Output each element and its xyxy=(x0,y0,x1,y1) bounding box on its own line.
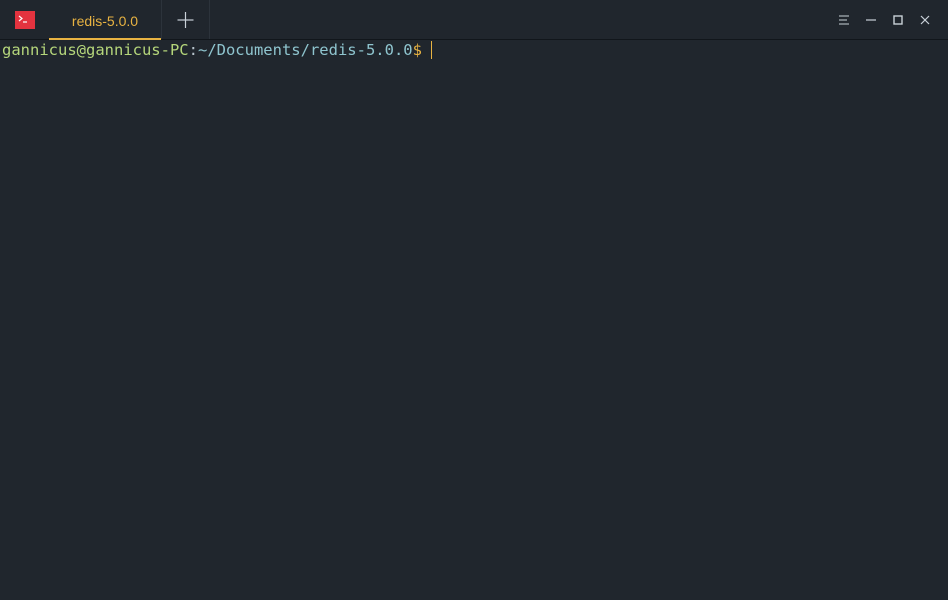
title-bar[interactable]: redis-5.0.0 xyxy=(0,0,948,40)
add-tab-button[interactable] xyxy=(162,0,209,39)
menu-icon xyxy=(839,15,849,25)
minimize-button[interactable] xyxy=(861,10,881,30)
tab-divider xyxy=(209,0,210,39)
plus-icon xyxy=(177,12,194,28)
terminal-window: redis-5.0.0 gannicus@gannicus-PC:~/Docum… xyxy=(0,0,948,600)
menu-button[interactable] xyxy=(834,10,854,30)
terminal-icon[interactable] xyxy=(15,11,35,29)
maximize-button[interactable] xyxy=(888,10,908,30)
maximize-icon xyxy=(893,15,903,25)
prompt-line: gannicus@gannicus-PC:~/Documents/redis-5… xyxy=(2,40,432,60)
close-button[interactable] xyxy=(915,10,935,30)
prompt-sign: $ xyxy=(412,41,422,59)
prompt-path: ~/Documents/redis-5.0.0 xyxy=(197,41,413,59)
close-icon xyxy=(920,15,930,25)
tab-redis[interactable]: redis-5.0.0 xyxy=(49,0,161,40)
minimize-icon xyxy=(866,19,876,21)
text-cursor xyxy=(430,41,432,59)
terminal-output[interactable]: gannicus@gannicus-PC:~/Documents/redis-5… xyxy=(2,40,948,600)
tab-label: redis-5.0.0 xyxy=(71,13,139,29)
prompt-colon: : xyxy=(188,41,198,59)
prompt-user-host: gannicus@gannicus-PC xyxy=(2,41,189,59)
